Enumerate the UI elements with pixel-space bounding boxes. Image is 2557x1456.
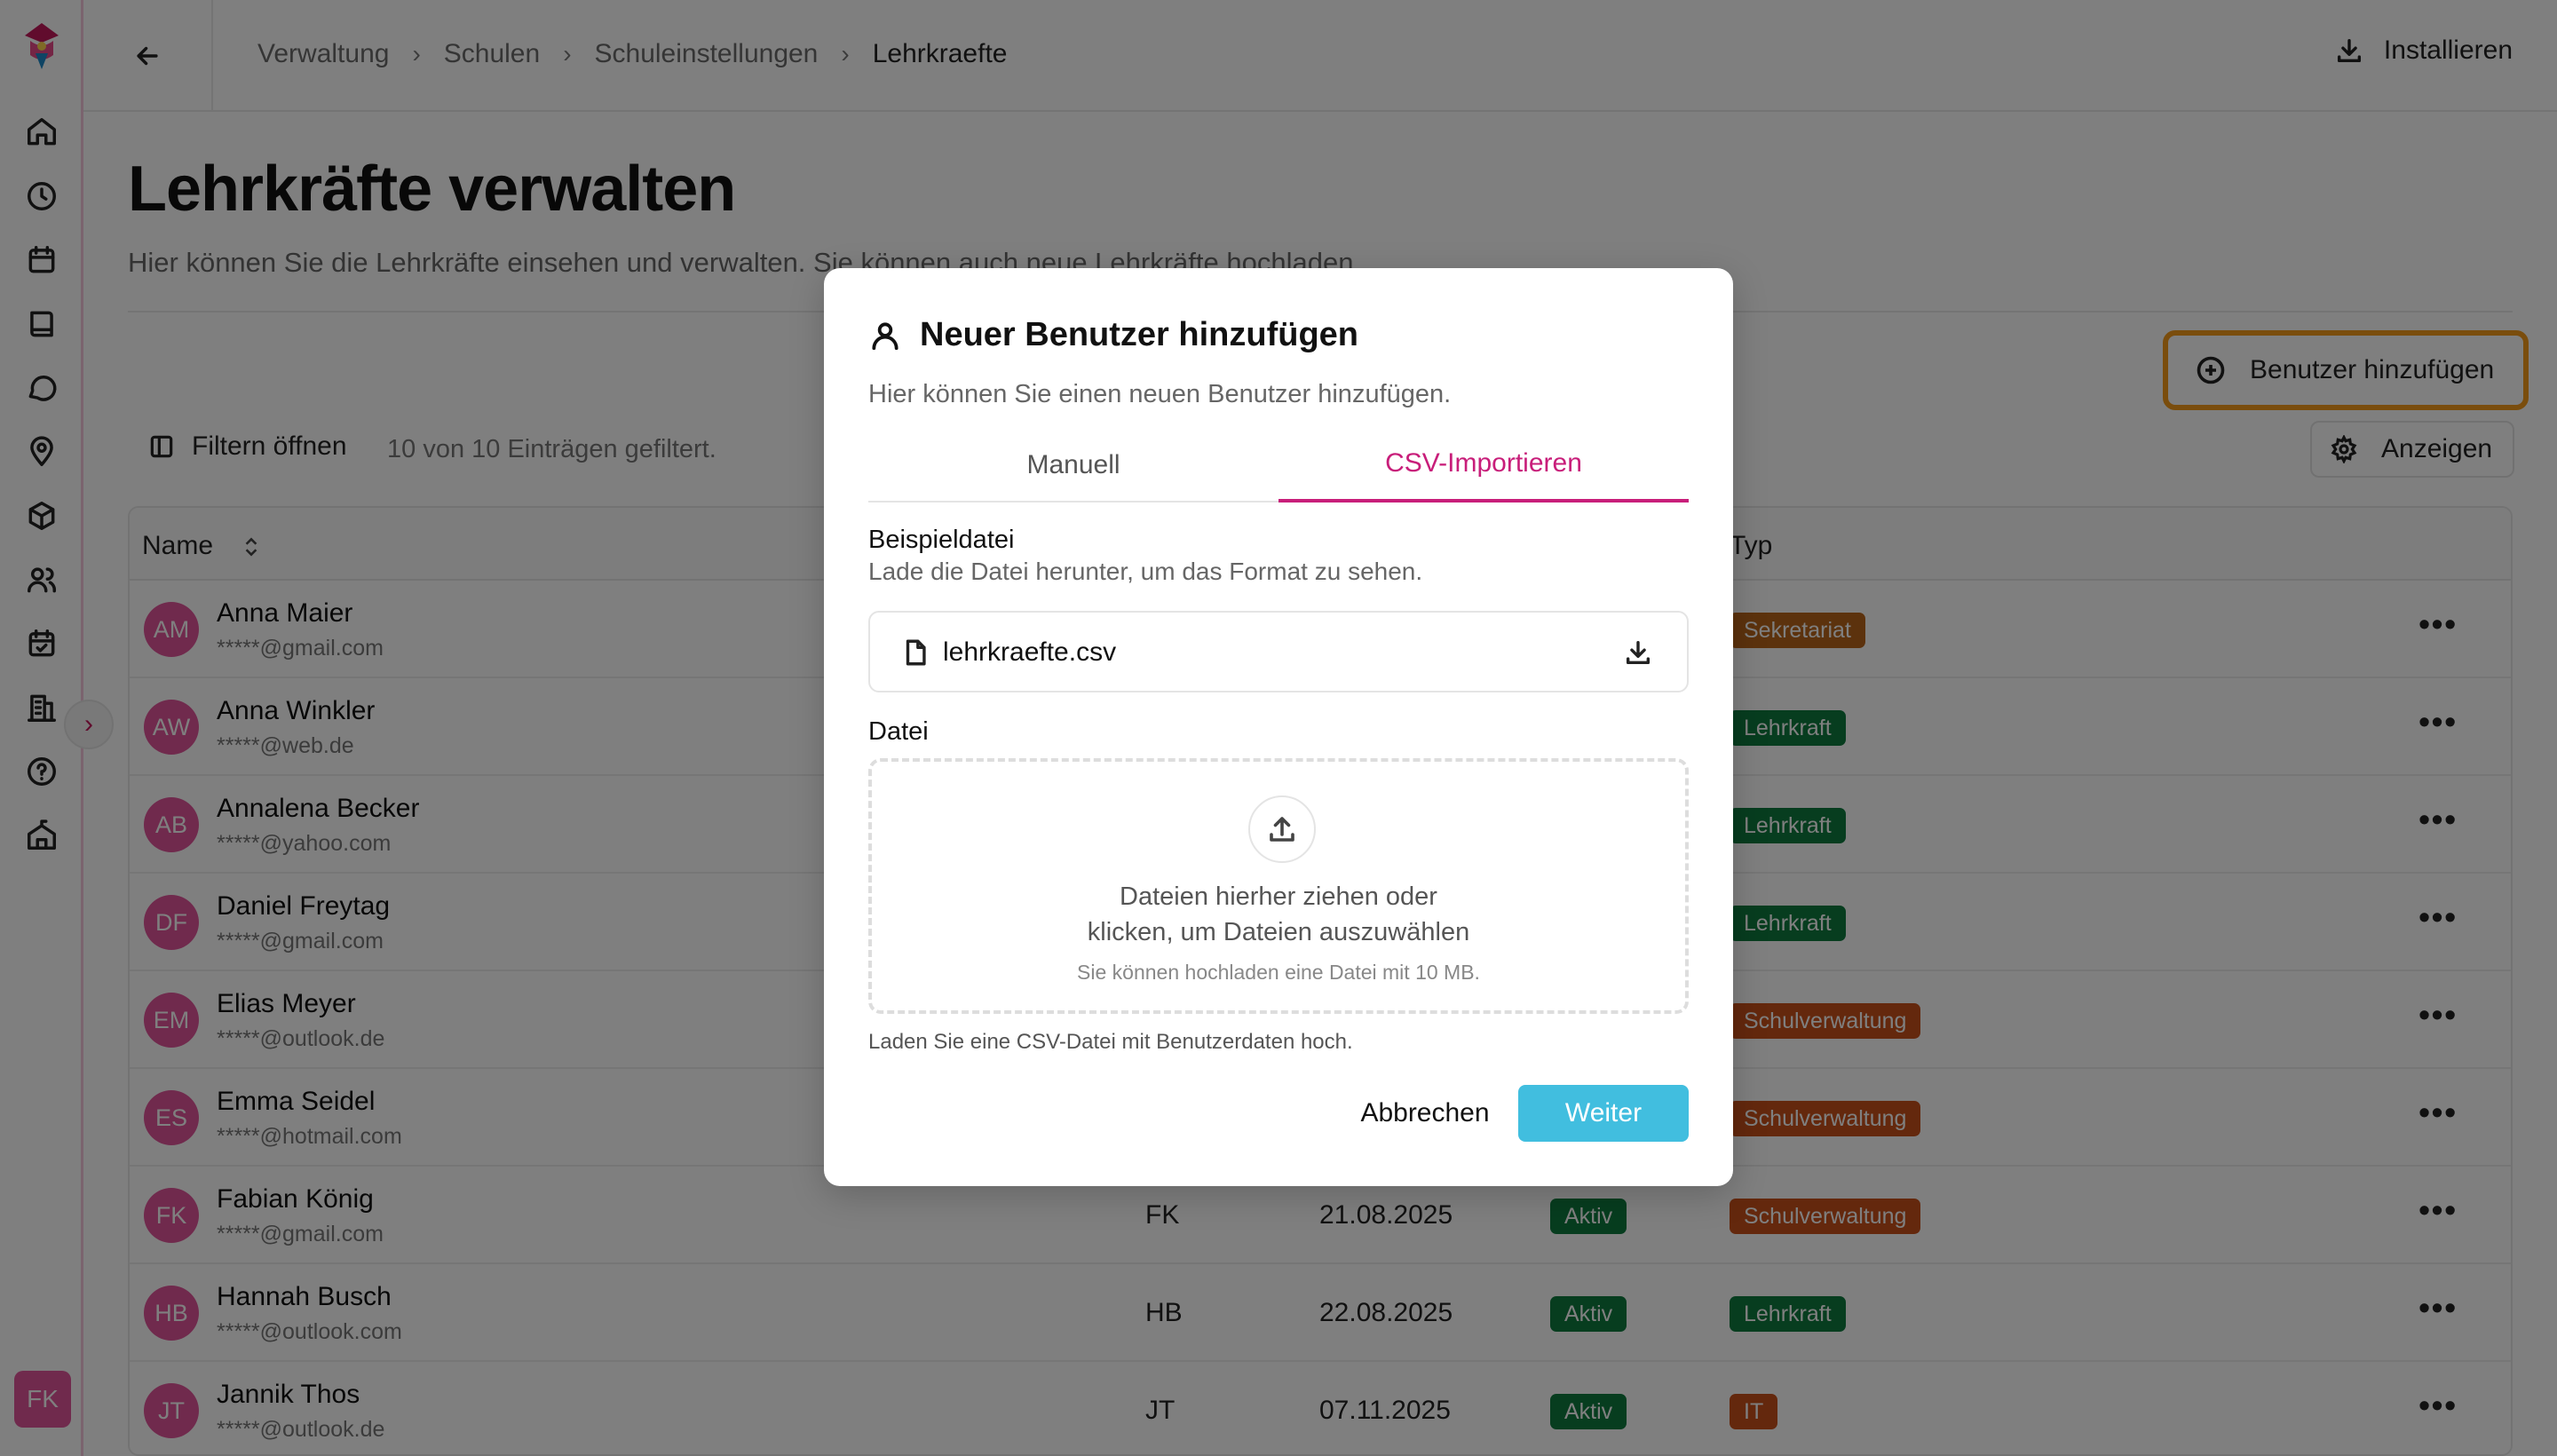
example-file-label: Beispieldatei [868, 526, 1015, 554]
example-file-hint: Lade die Datei herunter, um das Format z… [868, 558, 1423, 585]
file-label: Datei [868, 717, 929, 746]
import-tabs: Manuell CSV-Importieren [868, 428, 1689, 502]
tab-manuell[interactable]: Manuell [868, 428, 1278, 502]
next-button[interactable]: Weiter [1518, 1085, 1689, 1142]
dialog-title-text: Neuer Benutzer hinzufügen [920, 316, 1359, 353]
user-icon [872, 321, 899, 350]
csv-hint: Laden Sie eine CSV-Datei mit Benutzerdat… [868, 1030, 1353, 1054]
example-file-name: lehrkraefte.csv [943, 637, 1117, 667]
add-user-dialog: Neuer Benutzer hinzufügen Hier können Si… [824, 268, 1733, 1186]
file-dropzone[interactable]: Dateien hierher ziehen oder klicken, um … [868, 758, 1689, 1014]
cancel-button[interactable]: Abbrechen [1341, 1085, 1509, 1142]
download-icon[interactable] [1623, 637, 1653, 668]
tab-csv-import[interactable]: CSV-Importieren [1278, 428, 1689, 502]
dropzone-text-line2: klicken, um Dateien auszuwählen [1087, 918, 1470, 946]
dropzone-text-line1: Dateien hierher ziehen oder [1120, 882, 1437, 911]
dialog-description: Hier können Sie einen neuen Benutzer hin… [868, 380, 1452, 408]
example-file-row[interactable]: lehrkraefte.csv [868, 611, 1689, 692]
dropzone-size-note: Sie können hochladen eine Datei mit 10 M… [1077, 961, 1480, 984]
upload-icon [1248, 795, 1316, 863]
file-icon [906, 639, 926, 666]
dialog-title: Neuer Benutzer hinzufügen [868, 316, 1358, 354]
